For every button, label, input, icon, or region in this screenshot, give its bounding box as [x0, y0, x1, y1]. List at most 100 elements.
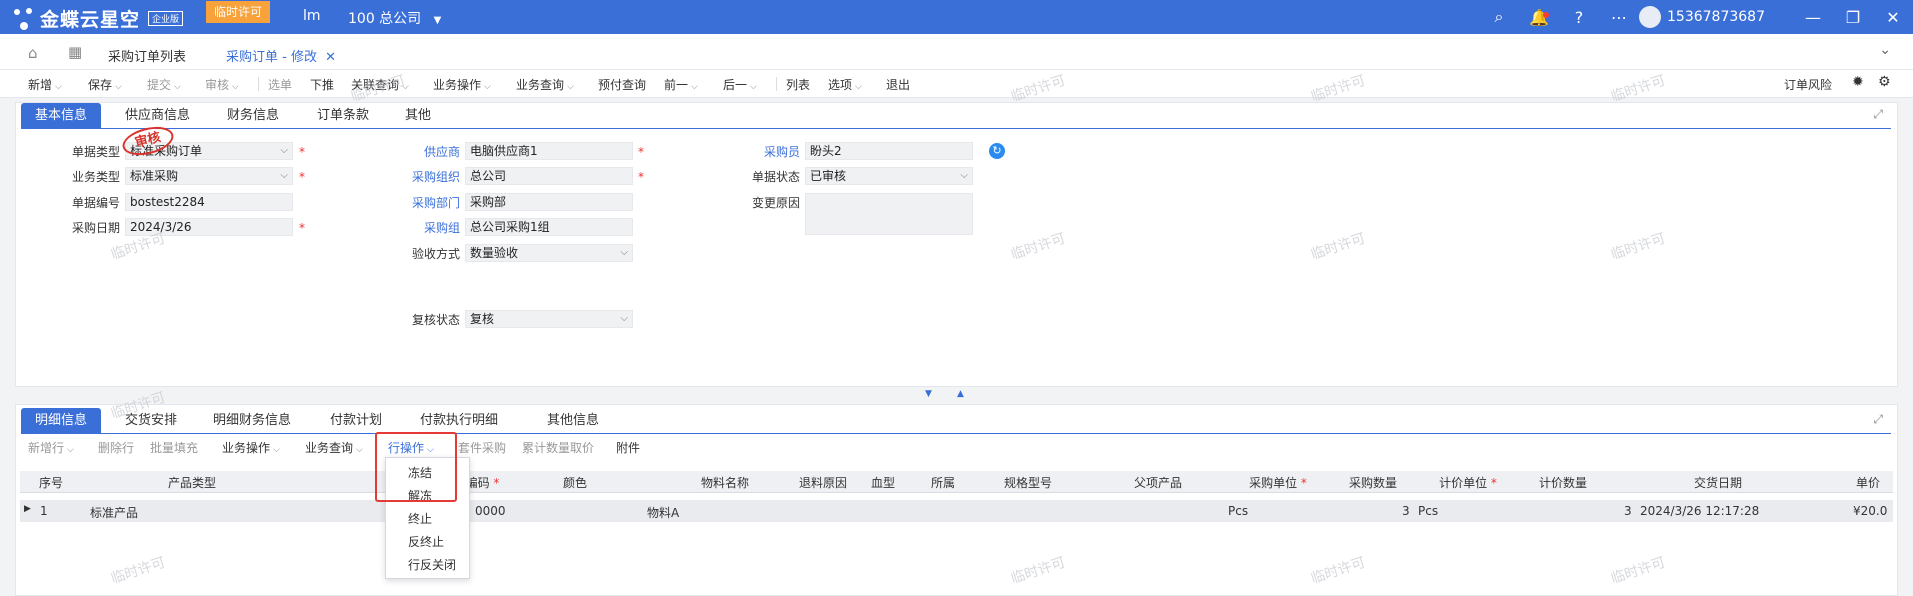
- cell-pricing-qty[interactable]: 3: [1624, 504, 1632, 518]
- bell-icon[interactable]: 🔔: [1519, 8, 1559, 27]
- col-spec[interactable]: 规格型号: [973, 474, 1083, 491]
- biz-type-field[interactable]: 标准采购 ⌵: [125, 167, 293, 185]
- user-short[interactable]: lm: [303, 8, 321, 24]
- col-unit-price[interactable]: 单价: [1848, 474, 1888, 491]
- cell-purchase-qty[interactable]: 3: [1402, 504, 1410, 518]
- col-blood-type[interactable]: 血型: [853, 474, 913, 491]
- check-method-field[interactable]: 数量验收 ⌵: [465, 244, 633, 262]
- cell-code[interactable]: 0000: [475, 504, 506, 518]
- menu-item-terminate[interactable]: 终止: [408, 510, 432, 527]
- col-material-name[interactable]: 物料名称: [640, 474, 810, 491]
- audit-button[interactable]: 审核 ⌵: [205, 76, 239, 93]
- supplier-label[interactable]: 供应商: [370, 143, 460, 160]
- purch-org-label[interactable]: 采购组织: [370, 168, 460, 185]
- refresh-icon[interactable]: ↻: [989, 143, 1005, 159]
- home-icon[interactable]: ⌂: [28, 44, 38, 62]
- order-risk-button[interactable]: 订单风险: [1784, 76, 1832, 93]
- change-reason-field[interactable]: [805, 193, 973, 235]
- next-button[interactable]: 后一 ⌵: [723, 76, 757, 93]
- kit-purchase-button[interactable]: 套件采购: [458, 439, 506, 456]
- col-purchase-qty[interactable]: 采购数量: [1323, 474, 1423, 491]
- purch-dept-field[interactable]: 采购部: [465, 193, 633, 211]
- more-icon[interactable]: ⋯: [1599, 8, 1639, 27]
- supplier-field[interactable]: 电脑供应商1: [465, 142, 633, 160]
- collapse-down-icon[interactable]: ▼: [925, 389, 932, 399]
- tab-purchase-order-edit[interactable]: 采购订单 - 修改 ✕: [226, 46, 337, 73]
- brand-logo[interactable]: 金蝶云星空 企业版: [12, 5, 184, 32]
- prepay-query-button[interactable]: 预付查询: [598, 76, 646, 93]
- user-phone[interactable]: 15367873687: [1667, 9, 1765, 25]
- push-button[interactable]: 下推: [310, 76, 334, 93]
- expand-icon[interactable]: ⤢: [1873, 412, 1883, 427]
- org-selector[interactable]: 100 总公司 ▼: [348, 8, 441, 28]
- recheck-status-field[interactable]: 复核 ⌵: [465, 310, 633, 328]
- tab-detail-info[interactable]: 明细信息: [21, 408, 102, 433]
- purch-group-label[interactable]: 采购组: [370, 219, 460, 236]
- doc-no-field[interactable]: bostest2284: [125, 193, 293, 211]
- col-product-type[interactable]: 产品类型: [72, 474, 312, 491]
- license-badge[interactable]: 临时许可: [206, 1, 271, 23]
- tab-other[interactable]: 其他: [391, 103, 445, 128]
- select-button[interactable]: 选单: [268, 76, 292, 93]
- purch-group-field[interactable]: 总公司采购1组: [465, 218, 633, 236]
- apps-grid-icon[interactable]: ▦: [68, 43, 82, 61]
- col-parent-product[interactable]: 父项产品: [1083, 474, 1233, 491]
- buyer-field[interactable]: 盼头2: [805, 142, 973, 160]
- expand-icon[interactable]: ⤢: [1873, 107, 1883, 122]
- tab-other-info[interactable]: 其他信息: [533, 408, 613, 433]
- attachment-button[interactable]: 附件: [616, 439, 640, 456]
- close-icon[interactable]: ✕: [1873, 8, 1913, 27]
- menu-item-unterminate[interactable]: 反终止: [408, 533, 444, 550]
- gear-icon[interactable]: ⚙: [1878, 74, 1891, 90]
- theme-icon[interactable]: ✹: [1852, 74, 1864, 90]
- minimize-icon[interactable]: —: [1793, 8, 1833, 27]
- col-purchase-unit[interactable]: 采购单位 *: [1233, 474, 1323, 491]
- table-row[interactable]: ▶ 1 标准产品 0000 物料A Pcs 3 Pcs 3 2024/3/26 …: [20, 500, 1893, 522]
- options-button[interactable]: 选项 ⌵: [828, 76, 862, 93]
- tab-detail-finance[interactable]: 明细财务信息: [199, 408, 305, 433]
- cell-material-name[interactable]: 物料A: [647, 504, 679, 521]
- add-row-button[interactable]: 新增行 ⌵: [28, 439, 74, 456]
- tab-basic-info[interactable]: 基本信息: [21, 103, 102, 128]
- cumulative-price-button[interactable]: 累计数量取价: [522, 439, 594, 456]
- tab-finance-info[interactable]: 财务信息: [213, 103, 293, 128]
- col-color[interactable]: 颜色: [530, 474, 620, 491]
- tab-payment-plan[interactable]: 付款计划: [316, 408, 396, 433]
- cell-pricing-unit[interactable]: Pcs: [1418, 504, 1438, 518]
- col-seq[interactable]: 序号: [30, 474, 72, 491]
- collapse-up-icon[interactable]: ▲: [957, 389, 964, 399]
- tab-payment-exec[interactable]: 付款执行明细: [406, 408, 512, 433]
- tab-purchase-order-list[interactable]: 采购订单列表: [108, 46, 186, 65]
- purch-dept-label[interactable]: 采购部门: [370, 194, 460, 211]
- help-icon[interactable]: ?: [1559, 8, 1599, 27]
- tab-order-terms[interactable]: 订单条款: [303, 103, 383, 128]
- cell-unit-price[interactable]: ¥20.0: [1853, 504, 1887, 518]
- close-icon[interactable]: ✕: [325, 50, 336, 65]
- batch-fill-button[interactable]: 批量填充: [150, 439, 198, 456]
- col-pricing-unit[interactable]: 计价单位 *: [1423, 474, 1513, 491]
- avatar[interactable]: [1639, 6, 1662, 28]
- cell-delivery-date[interactable]: 2024/3/26 12:17:28: [1640, 504, 1759, 518]
- prev-button[interactable]: 前一 ⌵: [664, 76, 698, 93]
- new-button[interactable]: 新增 ⌵: [28, 76, 62, 93]
- tab-supplier-info[interactable]: 供应商信息: [111, 103, 204, 128]
- cell-product-type[interactable]: 标准产品: [90, 504, 138, 521]
- restore-icon[interactable]: ❐: [1833, 8, 1873, 27]
- detail-biz-operation-button[interactable]: 业务操作 ⌵: [222, 439, 280, 456]
- exit-button[interactable]: 退出: [886, 76, 910, 93]
- col-pricing-qty[interactable]: 计价数量: [1513, 474, 1613, 491]
- list-button[interactable]: 列表: [786, 76, 810, 93]
- biz-query-button[interactable]: 业务查询 ⌵: [516, 76, 574, 93]
- purch-org-field[interactable]: 总公司: [465, 167, 633, 185]
- submit-button[interactable]: 提交 ⌵: [147, 76, 181, 93]
- col-belong[interactable]: 所属: [913, 474, 973, 491]
- search-icon[interactable]: ⌕: [1479, 7, 1519, 27]
- cell-purchase-unit[interactable]: Pcs: [1228, 504, 1248, 518]
- col-return-reason[interactable]: 退料原因: [793, 474, 853, 491]
- detail-biz-query-button[interactable]: 业务查询 ⌵: [305, 439, 363, 456]
- menu-item-row-reopen[interactable]: 行反关闭: [408, 556, 456, 573]
- doc-status-field[interactable]: 已审核 ⌵: [805, 167, 973, 185]
- col-delivery-date[interactable]: 交货日期: [1613, 474, 1823, 491]
- biz-operation-button[interactable]: 业务操作 ⌵: [433, 76, 491, 93]
- collapse-chevron-icon[interactable]: ⌄: [1879, 42, 1891, 58]
